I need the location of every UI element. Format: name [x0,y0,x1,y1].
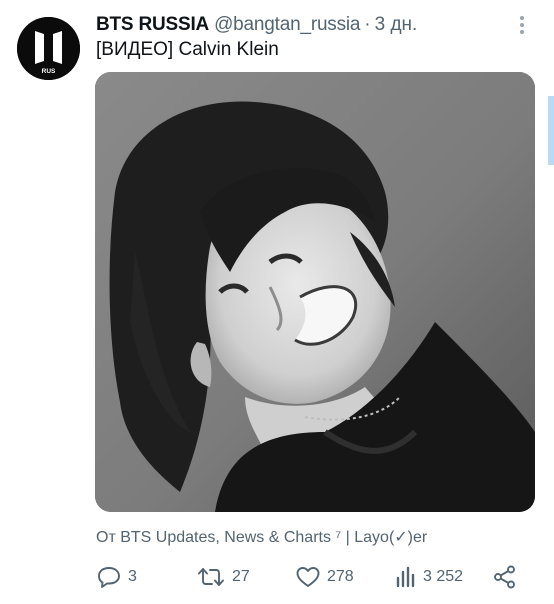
share-icon [494,565,515,589]
separator-dot: · [364,14,371,35]
bts-logo-icon: RUS [17,17,80,80]
avatar[interactable]: RUS [17,17,80,80]
retweet-icon [198,568,224,586]
scroll-indicator [548,96,554,165]
tweet-actions: 3 27 278 3 252 [96,560,526,594]
reply-icon [98,567,120,588]
reply-count: 3 [128,568,137,585]
retweet-button[interactable]: 27 [196,560,250,594]
views-count: 3 252 [423,568,464,585]
more-options-icon[interactable] [510,13,534,37]
tweet-header: BTS RUSSIA @bangtan_russia · 3 дн. [96,12,516,38]
retweet-count: 27 [232,568,250,585]
timestamp[interactable]: 3 дн. [375,14,418,36]
like-button[interactable]: 278 [295,560,354,594]
display-name[interactable]: BTS RUSSIA [96,14,209,36]
views-button[interactable]: 3 252 [395,560,463,594]
user-handle[interactable]: @bangtan_russia [214,14,360,36]
video-player[interactable] [95,72,535,512]
like-count: 278 [327,568,354,585]
avatar-label: RUS [42,68,56,75]
share-button[interactable] [492,560,518,594]
tweet-text: [ВИДЕО] Calvin Klein [96,39,279,60]
tweet-source[interactable]: От BTS Updates, News & Charts ⁷ | Layo(✓… [96,527,427,547]
views-chart-icon [396,566,415,588]
reply-button[interactable]: 3 [96,560,137,594]
video-thumbnail [95,72,535,512]
heart-icon [296,567,320,587]
